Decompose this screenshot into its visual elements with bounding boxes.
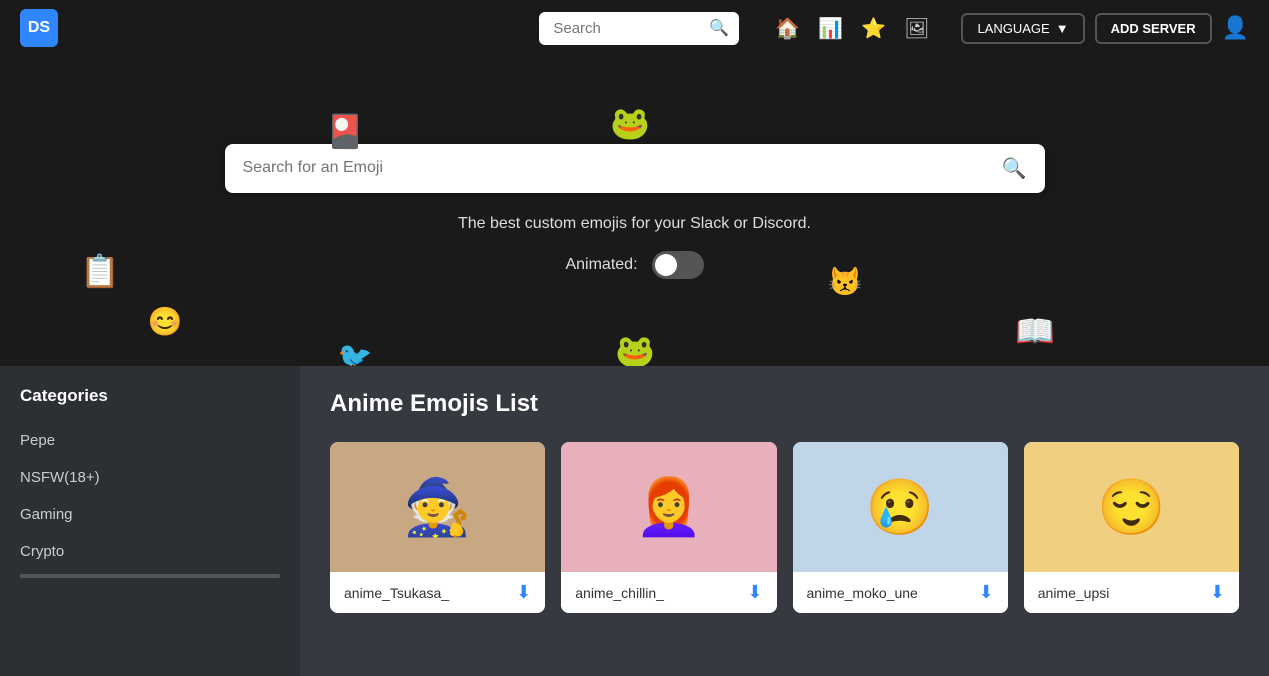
emoji-card-upsi: 😌 anime_upsi ⬇	[1024, 442, 1239, 613]
floating-emoji-7: 🐦	[330, 331, 380, 366]
navbar-logo[interactable]: DS	[20, 9, 58, 47]
navbar: DS 🔍 🏠 📊 ⭐ 🖼 LANGUAGE ▼ ADD SERVER 👤	[0, 0, 1269, 56]
search-input[interactable]	[539, 12, 739, 45]
emoji-card-footer-chillin: anime_chillin_ ⬇	[561, 572, 776, 613]
floating-emoji-6: 📖	[1010, 306, 1060, 356]
emoji-name-chillin: anime_chillin_	[575, 585, 664, 601]
floating-emoji-8: 🐸	[610, 326, 660, 366]
sidebar-item-nsfw[interactable]: NSFW(18+)	[0, 459, 300, 496]
emoji-card-image-moko: 😢	[793, 442, 1008, 572]
floating-emoji-2: 🐸	[605, 98, 655, 148]
emoji-card-footer-tsukasa: anime_Tsukasa_ ⬇	[330, 572, 545, 613]
emoji-card-image-tsukasa: 🧙	[330, 442, 545, 572]
floating-emoji-4: 😊	[140, 296, 190, 346]
stats-icon[interactable]: 📊	[818, 16, 843, 41]
home-icon[interactable]: 🏠	[775, 16, 800, 41]
emoji-card-image-chillin: 👩‍🦰	[561, 442, 776, 572]
download-icon-tsukasa[interactable]: ⬇	[516, 582, 531, 603]
star-icon[interactable]: ⭐	[861, 16, 886, 41]
emoji-card-footer-upsi: anime_upsi ⬇	[1024, 572, 1239, 613]
content-title: Anime Emojis List	[330, 390, 1239, 418]
emoji-card-tsukasa: 🧙 anime_Tsukasa_ ⬇	[330, 442, 545, 613]
emoji-name-tsukasa: anime_Tsukasa_	[344, 585, 449, 601]
emoji-grid: 🧙 anime_Tsukasa_ ⬇ 👩‍🦰 anime_chillin_ ⬇ …	[330, 442, 1239, 613]
content-area: Anime Emojis List 🧙 anime_Tsukasa_ ⬇ 👩‍🦰…	[300, 366, 1269, 676]
add-server-button[interactable]: ADD SERVER	[1095, 13, 1212, 44]
emoji-search-input[interactable]	[243, 159, 992, 177]
sidebar: Categories Pepe NSFW(18+) Gaming Crypto	[0, 366, 300, 676]
navbar-right: LANGUAGE ▼ ADD SERVER 👤	[961, 13, 1249, 44]
sidebar-item-crypto[interactable]: Crypto	[0, 533, 300, 570]
user-icon[interactable]: 👤	[1222, 15, 1249, 41]
download-icon-upsi[interactable]: ⬇	[1210, 582, 1225, 603]
chevron-down-icon: ▼	[1056, 21, 1069, 36]
emoji-name-upsi: anime_upsi	[1038, 585, 1110, 601]
hero-section: 🎴 🐸 📋 😊 😾 📖 🐦 🐸 🔍 The best custom emojis…	[0, 56, 1269, 366]
animated-label: Animated:	[565, 256, 637, 274]
navbar-icons: 🏠 📊 ⭐ 🖼	[775, 16, 929, 41]
image-icon[interactable]: 🖼	[904, 16, 929, 41]
floating-emoji-3: 📋	[75, 246, 125, 296]
sidebar-item-gaming[interactable]: Gaming	[0, 496, 300, 533]
animated-toggle[interactable]	[652, 251, 704, 279]
emoji-card-chillin: 👩‍🦰 anime_chillin_ ⬇	[561, 442, 776, 613]
hero-subtitle: The best custom emojis for your Slack or…	[458, 215, 811, 233]
logo-box: DS	[20, 9, 58, 47]
hero-search-bar: 🔍	[225, 144, 1045, 193]
emoji-card-image-upsi: 😌	[1024, 442, 1239, 572]
main-content: Categories Pepe NSFW(18+) Gaming Crypto …	[0, 366, 1269, 676]
download-icon-chillin[interactable]: ⬇	[747, 582, 762, 603]
language-button[interactable]: LANGUAGE ▼	[961, 13, 1084, 44]
sidebar-item-pepe[interactable]: Pepe	[0, 422, 300, 459]
toggle-knob	[655, 254, 677, 276]
sidebar-scroll-indicator	[20, 574, 280, 578]
hero-animated: Animated:	[565, 251, 703, 279]
floating-emoji-5: 😾	[820, 256, 870, 306]
navbar-search: 🔍	[539, 12, 739, 45]
emoji-name-moko: anime_moko_une	[807, 585, 918, 601]
download-icon-moko[interactable]: ⬇	[979, 582, 994, 603]
hero-search-icon: 🔍	[1002, 156, 1027, 181]
emoji-card-footer-moko: anime_moko_une ⬇	[793, 572, 1008, 613]
emoji-card-moko: 😢 anime_moko_une ⬇	[793, 442, 1008, 613]
sidebar-title: Categories	[0, 386, 300, 422]
